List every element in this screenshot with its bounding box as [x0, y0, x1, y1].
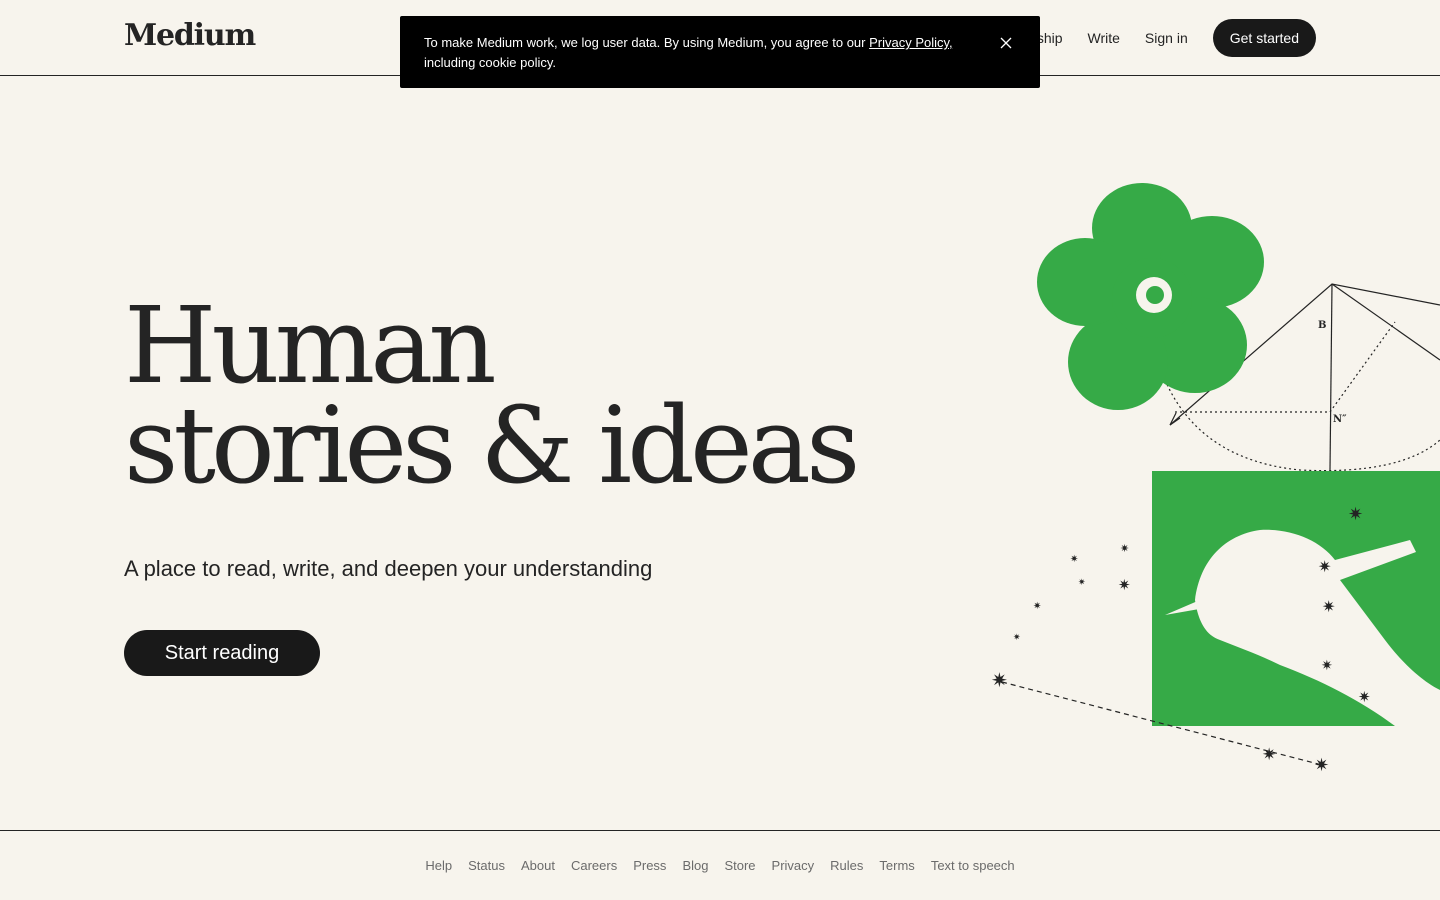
- hero-title-line2: stories & ideas: [124, 384, 860, 507]
- cookie-close-button[interactable]: [996, 33, 1016, 53]
- hero-title: Human stories & ideas: [124, 284, 860, 507]
- cookie-banner: To make Medium work, we log user data. B…: [400, 16, 1040, 88]
- svg-text:✷: ✷: [1314, 755, 1329, 776]
- footer-link-help[interactable]: Help: [425, 858, 452, 873]
- svg-text:✷: ✷: [1318, 557, 1331, 576]
- svg-text:✷: ✷: [1321, 658, 1333, 674]
- svg-text:✷: ✷: [1070, 554, 1078, 565]
- cookie-text-end: including cookie policy.: [424, 55, 556, 70]
- footer-link-rules[interactable]: Rules: [830, 858, 863, 873]
- start-reading-button[interactable]: Start reading: [124, 630, 320, 676]
- footer-link-terms[interactable]: Terms: [879, 858, 914, 873]
- footer-link-press[interactable]: Press: [633, 858, 666, 873]
- svg-text:✷: ✷: [991, 668, 1008, 692]
- svg-text:✷: ✷: [1118, 576, 1131, 594]
- footer-link-store[interactable]: Store: [724, 858, 755, 873]
- cookie-text: To make Medium work, we log user data. B…: [424, 35, 870, 50]
- svg-text:✷: ✷: [1322, 597, 1335, 616]
- footer-link-privacy[interactable]: Privacy: [772, 858, 815, 873]
- diagram-label-b: B: [1318, 320, 1326, 331]
- svg-text:✷: ✷: [1262, 745, 1276, 765]
- hero-subtitle: A place to read, write, and deepen your …: [124, 556, 653, 581]
- footer-link-careers[interactable]: Careers: [571, 858, 617, 873]
- hero-title-line1: Human: [124, 284, 497, 407]
- privacy-policy-link[interactable]: Privacy Policy,: [869, 35, 953, 50]
- site-footer: Help Status About Careers Press Blog Sto…: [0, 830, 1440, 900]
- svg-text:✷: ✷: [1013, 633, 1021, 643]
- svg-text:✷: ✷: [1358, 688, 1371, 706]
- get-started-button[interactable]: Get started: [1212, 19, 1316, 57]
- nav-link-sign-in[interactable]: Sign in: [1145, 30, 1188, 46]
- close-icon: [1000, 37, 1012, 49]
- medium-logo[interactable]: Medium: [124, 18, 256, 53]
- svg-text:✷: ✷: [1348, 504, 1363, 525]
- flower-center-dot: [1146, 286, 1164, 304]
- nav-link-membership[interactable]: ship: [1037, 30, 1063, 46]
- svg-text:✷: ✷: [1033, 601, 1041, 612]
- top-nav: ship Write Sign in Get started: [1037, 19, 1316, 57]
- diagram-label-n: N″: [1333, 414, 1347, 425]
- nav-link-write[interactable]: Write: [1088, 30, 1120, 46]
- svg-text:✷: ✷: [1078, 578, 1086, 588]
- hero-illustration: B N″ E ✷ ✷ ✷ ✷ ✷ ✷ ✷ ✷ ✷ ✷ ✷ ✷ ✷ ✷: [991, 183, 1440, 776]
- footer-link-text-to-speech[interactable]: Text to speech: [931, 858, 1015, 873]
- footer-link-status[interactable]: Status: [468, 858, 505, 873]
- footer-link-about[interactable]: About: [521, 858, 555, 873]
- svg-text:✷: ✷: [1120, 542, 1129, 555]
- footer-link-blog[interactable]: Blog: [682, 858, 708, 873]
